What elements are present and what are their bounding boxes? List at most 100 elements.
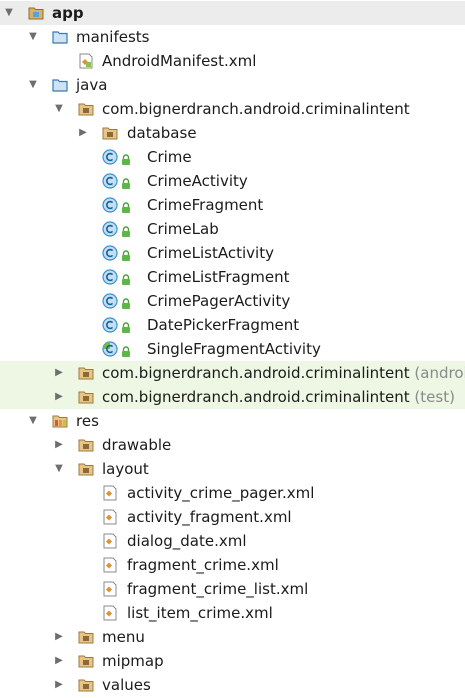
class-icon [102,317,118,333]
tree-row-fragment-crime-list-xml[interactable]: fragment_crime_list.xml [0,577,465,601]
class-icon [102,269,118,285]
chevron-down-icon[interactable]: ▼ [52,97,66,121]
tree-row-androidmanifest-xml[interactable]: AndroidManifest.xml [0,49,465,73]
tree-row-crimelistactivity[interactable]: CrimeListActivity [0,241,465,265]
chevron-right-icon[interactable]: ▶ [52,385,66,409]
tree-row-crimepageractivity[interactable]: CrimePagerActivity [0,289,465,313]
tree-row-menu[interactable]: ▶ menu [0,625,465,649]
tree-item-label: res [76,412,99,430]
folder-blue-icon [52,29,68,45]
tree-item-label: AndroidManifest.xml [102,52,257,70]
project-tree: ▼ app ▼ manifests AndroidManifest.xml ▼ java ▼ c… [0,0,465,698]
tree-row-app[interactable]: ▼ app [0,1,465,25]
tree-row-com-bignerdranch-android-criminalintent-androidtest[interactable]: ▶ com.bignerdranch.android.criminalintent… [0,361,465,385]
tree-item-label: drawable [102,436,172,454]
tree-row-singlefragmentactivity[interactable]: SingleFragmentActivity [0,337,465,361]
chevron-down-icon[interactable]: ▼ [26,409,40,433]
package-folder-icon [78,101,94,117]
tree-item-label: activity_crime_pager.xml [127,484,315,502]
layout-file-icon [102,605,118,621]
tree-item-label: CrimeListActivity [147,244,274,262]
layout-file-icon [102,533,118,549]
tree-item-label: Crime [147,148,192,166]
lock-icon [120,320,132,333]
tree-row-values[interactable]: ▶ values [0,673,465,697]
tree-item-label: CrimeLab [147,220,219,238]
chevron-down-icon[interactable]: ▼ [2,1,16,25]
package-folder-icon [78,461,94,477]
tree-item-label: fragment_crime_list.xml [127,580,309,598]
layout-file-icon [102,509,118,525]
package-folder-icon [78,389,94,405]
tree-item-label: CrimeActivity [147,172,248,190]
tree-item-label: mipmap [102,652,164,670]
chevron-right-icon[interactable]: ▶ [52,649,66,673]
tree-item-label: CrimeListFragment [147,268,290,286]
chevron-right-icon[interactable]: ▶ [52,673,66,697]
lock-icon [120,344,132,357]
tree-row-mipmap[interactable]: ▶ mipmap [0,649,465,673]
tree-row-crimelistfragment[interactable]: CrimeListFragment [0,265,465,289]
package-folder-icon [78,365,94,381]
tree-row-dialog-date-xml[interactable]: dialog_date.xml [0,529,465,553]
lock-icon [120,296,132,309]
tree-row-res[interactable]: ▼ res [0,409,465,433]
lock-icon [120,248,132,261]
tree-row-crimeactivity[interactable]: CrimeActivity [0,169,465,193]
tree-item-label: dialog_date.xml [127,532,247,550]
tree-row-layout[interactable]: ▼ layout [0,457,465,481]
chevron-right-icon[interactable]: ▶ [52,433,66,457]
tree-row-manifests[interactable]: ▼ manifests [0,25,465,49]
package-folder-icon [78,629,94,645]
tree-row-java[interactable]: ▼ java [0,73,465,97]
tree-item-label: fragment_crime.xml [127,556,279,574]
tree-item-label: list_item_crime.xml [127,604,273,622]
tree-item-label: manifests [76,28,150,46]
class-icon [102,221,118,237]
lock-icon [120,224,132,237]
tree-row-crime[interactable]: Crime [0,145,465,169]
class-icon [102,293,118,309]
tree-item-label: CrimeFragment [147,196,264,214]
chevron-down-icon[interactable]: ▼ [52,457,66,481]
tree-row-com-bignerdranch-android-criminalintent[interactable]: ▼ com.bignerdranch.android.criminalintent [0,97,465,121]
class-icon [102,197,118,213]
tree-row-activity-fragment-xml[interactable]: activity_fragment.xml [0,505,465,529]
lock-icon [120,152,132,165]
chevron-down-icon[interactable]: ▼ [26,25,40,49]
package-folder-icon [78,677,94,693]
tree-item-label: SingleFragmentActivity [147,340,321,358]
folder-blue-icon [52,77,68,93]
tree-row-activity-crime-pager-xml[interactable]: activity_crime_pager.xml [0,481,465,505]
tree-item-label: database [127,124,197,142]
tree-row-list-item-crime-xml[interactable]: list_item_crime.xml [0,601,465,625]
tree-row-datepickerfragment[interactable]: DatePickerFragment [0,313,465,337]
tree-item-label: CrimePagerActivity [147,292,291,310]
tree-item-label: menu [102,628,145,646]
tree-row-com-bignerdranch-android-criminalintent-test[interactable]: ▶ com.bignerdranch.android.criminalintent… [0,385,465,409]
tree-row-crimefragment[interactable]: CrimeFragment [0,193,465,217]
package-folder-icon [78,653,94,669]
lock-icon [120,272,132,285]
res-folder-icon [52,413,68,429]
tree-row-drawable[interactable]: ▶ drawable [0,433,465,457]
tree-row-crimelab[interactable]: CrimeLab [0,217,465,241]
class-icon [102,173,118,189]
tree-item-label: com.bignerdranch.android.criminalintent … [102,361,465,385]
chevron-right-icon[interactable]: ▶ [52,625,66,649]
layout-file-icon [102,485,118,501]
tree-row-fragment-crime-xml[interactable]: fragment_crime.xml [0,553,465,577]
chevron-down-icon[interactable]: ▼ [26,73,40,97]
chevron-right-icon[interactable]: ▶ [52,361,66,385]
tree-row-database[interactable]: ▶ database [0,121,465,145]
chevron-right-icon[interactable]: ▶ [76,121,90,145]
class-icon [102,149,118,165]
layout-file-icon [102,581,118,597]
tree-item-label: java [76,76,108,94]
tree-item-label: activity_fragment.xml [127,508,292,526]
tree-item-label: layout [102,460,149,478]
tree-item-suffix: (androidTest) [414,364,465,382]
abstract-class-icon [102,341,118,357]
tree-item-label: com.bignerdranch.android.criminalintent … [102,388,455,406]
tree-item-label: DatePickerFragment [147,316,300,334]
